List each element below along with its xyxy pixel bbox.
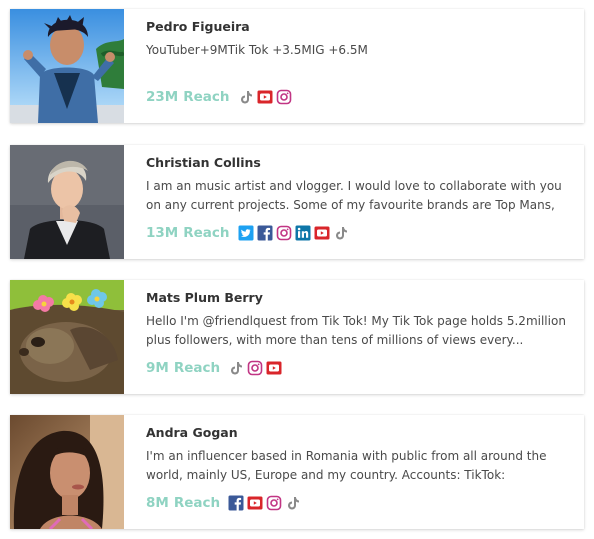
influencer-photo[interactable] [10, 280, 124, 394]
reach-row: 23M Reach [146, 87, 292, 107]
reach-stat: 9M Reach [146, 360, 220, 376]
linkedin-icon[interactable] [295, 225, 311, 241]
youtube-icon[interactable] [257, 89, 273, 105]
influencer-card[interactable]: Christian Collins I am an music artist a… [10, 145, 584, 259]
influencer-photo[interactable] [10, 9, 124, 123]
tiktok-icon[interactable] [285, 495, 301, 511]
influencer-name[interactable]: Christian Collins [146, 155, 261, 170]
twitter-icon[interactable] [238, 225, 254, 241]
youtube-icon[interactable] [247, 495, 263, 511]
reach-value: 23M [146, 89, 179, 105]
instagram-icon[interactable] [276, 225, 292, 241]
influencer-photo[interactable] [10, 145, 124, 259]
instagram-icon[interactable] [266, 495, 282, 511]
tiktok-icon[interactable] [333, 225, 349, 241]
youtube-icon[interactable] [266, 360, 282, 376]
influencer-bio: YouTuber+9MTik Tok +3.5MIG +6.5M [146, 43, 368, 57]
reach-row: 9M Reach [146, 358, 282, 378]
youtube-icon[interactable] [314, 225, 330, 241]
influencer-name[interactable]: Pedro Figueira [146, 19, 250, 34]
influencer-card[interactable]: Andra Gogan I'm an influencer based in R… [10, 415, 584, 529]
reach-row: 8M Reach [146, 493, 301, 513]
reach-value: 9M [146, 360, 169, 376]
influencer-card[interactable]: Pedro Figueira YouTuber+9MTik Tok +3.5MI… [10, 9, 584, 123]
influencer-name[interactable]: Mats Plum Berry [146, 290, 263, 305]
facebook-icon[interactable] [228, 495, 244, 511]
facebook-icon[interactable] [257, 225, 273, 241]
reach-stat: 8M Reach [146, 495, 220, 511]
reach-label: Reach [183, 89, 230, 105]
tiktok-icon[interactable] [228, 360, 244, 376]
reach-value: 13M [146, 225, 179, 241]
instagram-icon[interactable] [247, 360, 263, 376]
reach-label: Reach [173, 495, 221, 511]
influencer-card[interactable]: Mats Plum Berry Hello I'm @friendlquest … [10, 280, 584, 394]
reach-stat: 13M Reach [146, 225, 230, 241]
reach-row: 13M Reach [146, 223, 349, 243]
reach-label: Reach [173, 360, 221, 376]
reach-value: 8M [146, 495, 169, 511]
influencer-name[interactable]: Andra Gogan [146, 425, 238, 440]
influencer-bio: I am an music artist and vlogger. I woul… [146, 179, 562, 212]
tiktok-icon[interactable] [238, 89, 254, 105]
influencer-bio: I'm an influencer based in Romania with … [146, 449, 547, 482]
reach-label: Reach [183, 225, 230, 241]
reach-stat: 23M Reach [146, 89, 230, 105]
instagram-icon[interactable] [276, 89, 292, 105]
influencer-bio: Hello I'm @friendlquest from Tik Tok! My… [146, 314, 566, 347]
influencer-photo[interactable] [10, 415, 124, 529]
